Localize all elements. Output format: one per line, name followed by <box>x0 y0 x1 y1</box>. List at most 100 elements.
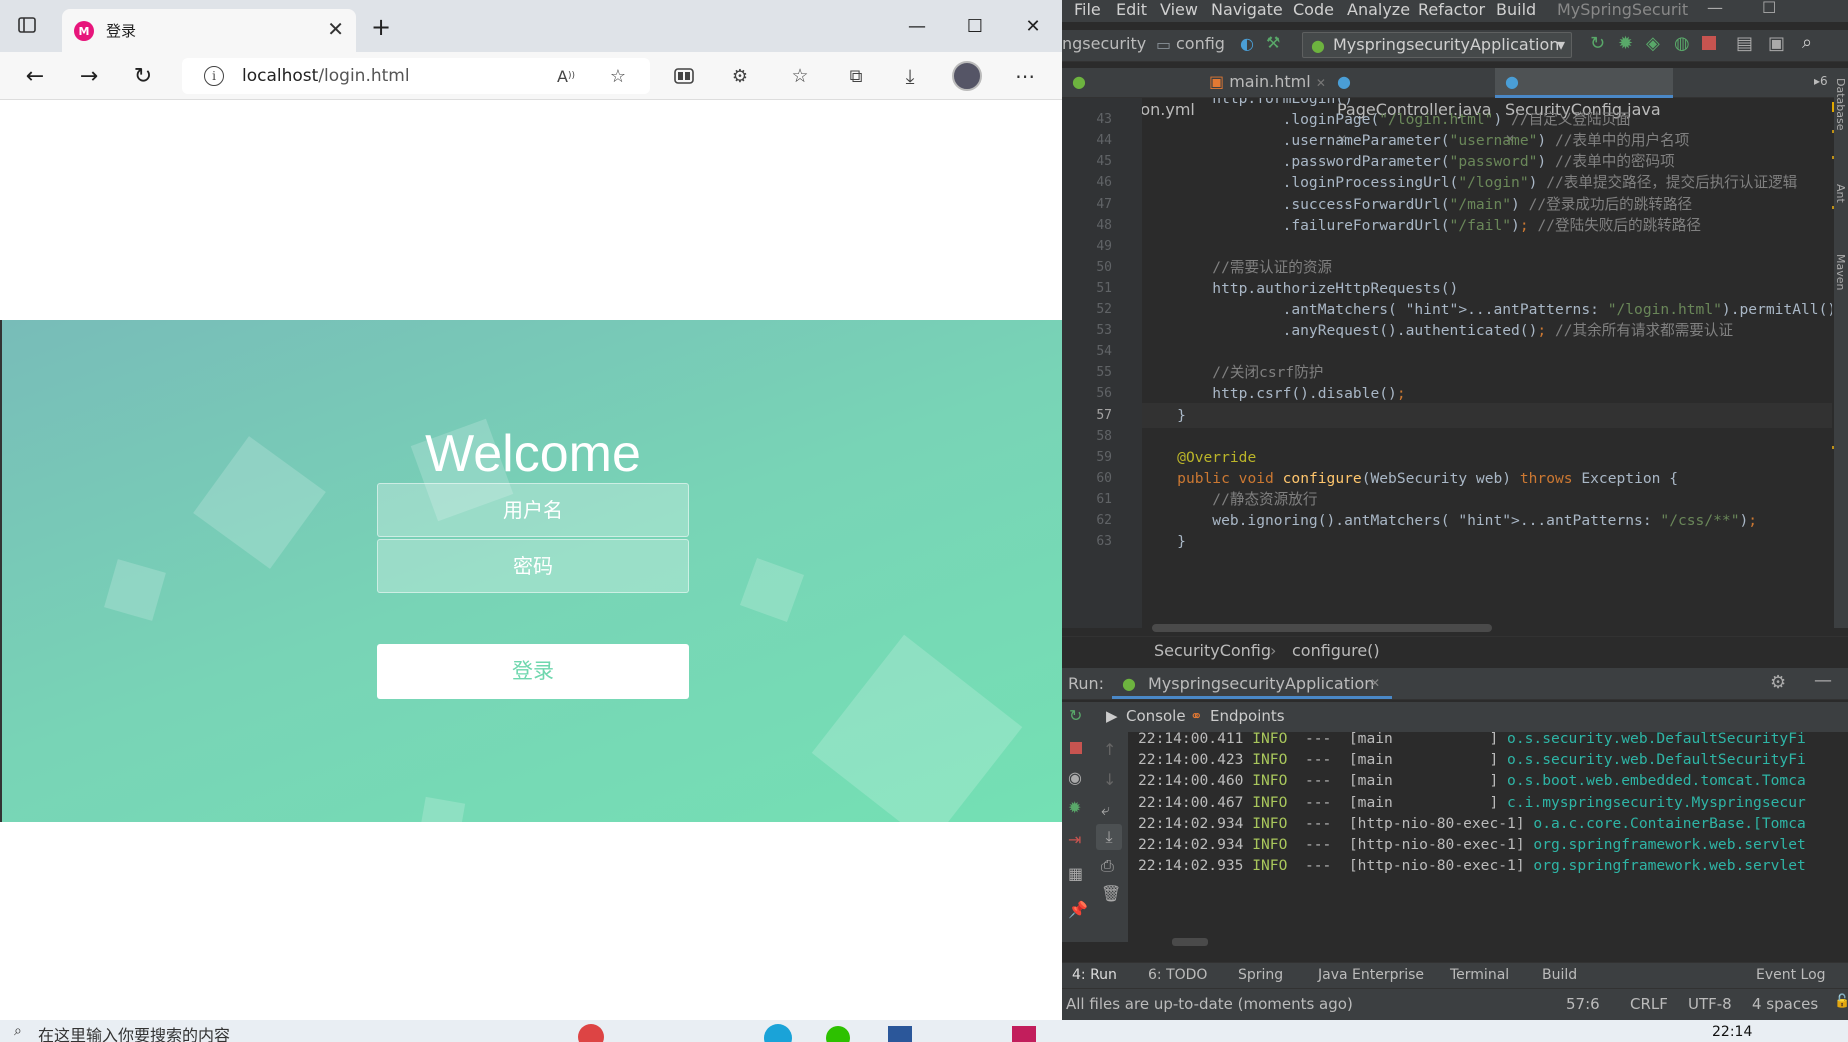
editor-horizontal-scrollbar[interactable] <box>1152 624 1492 632</box>
side-tab-ant[interactable]: Ant <box>1834 184 1847 203</box>
menu-refactor[interactable]: Refactor <box>1418 0 1485 19</box>
url-text[interactable]: localhost/login.html <box>242 66 410 86</box>
pin-icon[interactable]: 📌 <box>1068 900 1088 919</box>
soft-wrap-icon[interactable]: ⤶ <box>1101 800 1110 820</box>
console-horizontal-scrollbar[interactable] <box>1172 938 1208 946</box>
edge-icon[interactable] <box>764 1024 792 1042</box>
tool-tab-java-enterprise[interactable]: Java Enterprise <box>1318 967 1424 983</box>
forward-icon[interactable]: → <box>76 63 102 89</box>
search-icon[interactable]: ⌕ <box>1802 32 1812 53</box>
caret-position[interactable]: 57:6 <box>1566 995 1600 1013</box>
address-bar[interactable]: i localhost/login.html A)) ☆ <box>182 58 650 94</box>
tool-tab-event-log[interactable]: Event Log <box>1756 967 1826 983</box>
favorites-icon[interactable]: ☆ <box>788 64 812 88</box>
tab-endpoints[interactable]: Endpoints <box>1210 707 1285 725</box>
nav-crumb-folder[interactable]: config <box>1176 34 1225 53</box>
close-icon[interactable]: ✕ <box>1370 676 1380 690</box>
tab-console[interactable]: Console <box>1126 707 1186 725</box>
ide-minimize-icon[interactable]: — <box>1707 0 1723 17</box>
extensions-icon[interactable]: ⚙ <box>728 64 752 88</box>
downloads-icon[interactable]: ⤓ <box>898 64 922 88</box>
close-icon[interactable]: ✕ <box>1316 76 1326 90</box>
menu-view[interactable]: View <box>1160 0 1198 19</box>
scroll-to-end-icon[interactable]: ⤓ <box>1096 824 1122 850</box>
tool-tab-spring[interactable]: Spring <box>1238 967 1283 983</box>
tab-security-config[interactable]: ● SecurityConfig.java ✕ <box>1495 68 1673 146</box>
debug-icon[interactable]: ✹ <box>1618 33 1633 54</box>
tool-tab-build[interactable]: Build <box>1542 967 1577 983</box>
project-structure-icon[interactable]: ▤ <box>1736 33 1753 54</box>
line-separator[interactable]: CRLF <box>1630 995 1668 1013</box>
close-tab-icon[interactable]: ✕ <box>327 17 344 41</box>
new-tab-button[interactable]: + <box>368 13 394 41</box>
menu-analyze[interactable]: Analyze <box>1347 0 1410 19</box>
password-input[interactable]: 密码 <box>377 539 689 593</box>
tool-tab-terminal[interactable]: Terminal <box>1450 967 1509 983</box>
layout-icon[interactable]: ▣ <box>1768 33 1785 54</box>
menu-build[interactable]: Build <box>1496 0 1536 19</box>
code-editor[interactable]: http.formLogin() .loginPage("/login.html… <box>1142 98 1832 628</box>
menu-navigate[interactable]: Navigate <box>1211 0 1283 19</box>
stop-icon[interactable] <box>1702 36 1716 50</box>
tab-actions-icon[interactable] <box>16 14 38 36</box>
menu-code[interactable]: Code <box>1293 0 1334 19</box>
menu-file[interactable]: File <box>1074 0 1101 19</box>
split-screen-icon[interactable] <box>672 64 696 88</box>
run-config-select[interactable]: ● MyspringsecurityApplication ▾ <box>1302 32 1572 58</box>
browser-tab-login[interactable]: M 登录 ✕ <box>62 9 356 52</box>
layout-icon[interactable]: ▦ <box>1068 864 1083 883</box>
refresh-icon[interactable]: ↻ <box>130 63 156 89</box>
close-window-icon[interactable]: ✕ <box>1004 0 1062 52</box>
site-info-icon[interactable]: i <box>204 66 224 86</box>
wechat-icon[interactable] <box>826 1026 850 1042</box>
file-encoding[interactable]: UTF-8 <box>1688 995 1732 1013</box>
tool-tab-run[interactable]: 4: Run <box>1072 967 1117 983</box>
chrome-icon[interactable] <box>578 1024 604 1042</box>
tabs-overflow[interactable]: ▸6 <box>1814 74 1828 88</box>
tool-tab-todo[interactable]: 6: TODO <box>1148 967 1207 983</box>
profile-icon[interactable]: ◍ <box>1674 33 1690 54</box>
menu-edit[interactable]: Edit <box>1116 0 1147 19</box>
build-hammer-icon[interactable]: ⚒ <box>1266 33 1280 52</box>
run-app-tab[interactable]: MyspringsecurityApplication <box>1148 674 1374 693</box>
maximize-icon[interactable]: ☐ <box>946 0 1004 52</box>
minimize-icon[interactable]: — <box>888 0 946 52</box>
intellij-icon[interactable] <box>1012 1026 1036 1042</box>
debug-icon[interactable]: ✹ <box>1068 798 1081 817</box>
breadcrumb-method[interactable]: configure() <box>1292 641 1380 660</box>
down-arrow-icon[interactable]: ↓ <box>1103 770 1116 789</box>
exit-icon[interactable]: ⇥ <box>1068 830 1081 849</box>
indent-setting[interactable]: 4 spaces <box>1752 995 1818 1013</box>
coverage-icon[interactable]: ◈ <box>1646 33 1660 54</box>
nav-crumb-project[interactable]: ngsecurity <box>1062 34 1146 53</box>
rerun-icon[interactable]: ↻ <box>1590 33 1605 54</box>
tab-main-html[interactable]: ▣ main.html ✕ <box>1199 68 1327 98</box>
tab-page-controller[interactable]: ● PageController.java ✕ <box>1327 68 1495 146</box>
rerun-icon[interactable]: ↻ <box>1069 706 1082 725</box>
more-menu-icon[interactable]: ⋯ <box>1012 64 1038 88</box>
read-aloud-icon[interactable]: A)) <box>554 64 578 88</box>
console-output[interactable]: 22:14:00.411 INFO --- [main ] o.s.securi… <box>1128 732 1848 942</box>
login-button[interactable]: 登录 <box>377 644 689 699</box>
ide-maximize-icon[interactable]: ☐ <box>1762 0 1776 17</box>
word-icon[interactable] <box>888 1026 912 1042</box>
trash-icon[interactable]: 🗑 <box>1101 884 1121 903</box>
taskbar-search-input[interactable]: 在这里输入你要搜索的内容 <box>38 1022 230 1042</box>
taskbar-clock[interactable]: 22:14 <box>1712 1024 1752 1040</box>
stop-icon[interactable] <box>1070 742 1082 754</box>
up-arrow-icon[interactable]: ↑ <box>1103 740 1116 759</box>
hide-icon[interactable]: — <box>1814 670 1832 691</box>
camera-icon[interactable]: ◉ <box>1068 768 1082 787</box>
breadcrumb-class[interactable]: SecurityConfig <box>1154 641 1271 660</box>
avatar[interactable] <box>952 61 982 91</box>
side-tab-database[interactable]: Database <box>1834 78 1847 131</box>
collections-icon[interactable]: ⧉ <box>844 64 868 88</box>
add-favorite-icon[interactable]: ☆ <box>606 64 630 88</box>
search-icon[interactable]: ⌕ <box>14 1023 22 1039</box>
lock-icon[interactable]: 🔓 <box>1834 994 1848 1009</box>
username-input[interactable]: 用户名 <box>377 483 689 537</box>
print-icon[interactable]: ⎙ <box>1101 856 1114 876</box>
code-line[interactable]: } <box>1142 529 1832 554</box>
settings-gear-icon[interactable]: ⚙ <box>1770 672 1786 693</box>
side-tab-maven[interactable]: Maven <box>1834 254 1847 290</box>
